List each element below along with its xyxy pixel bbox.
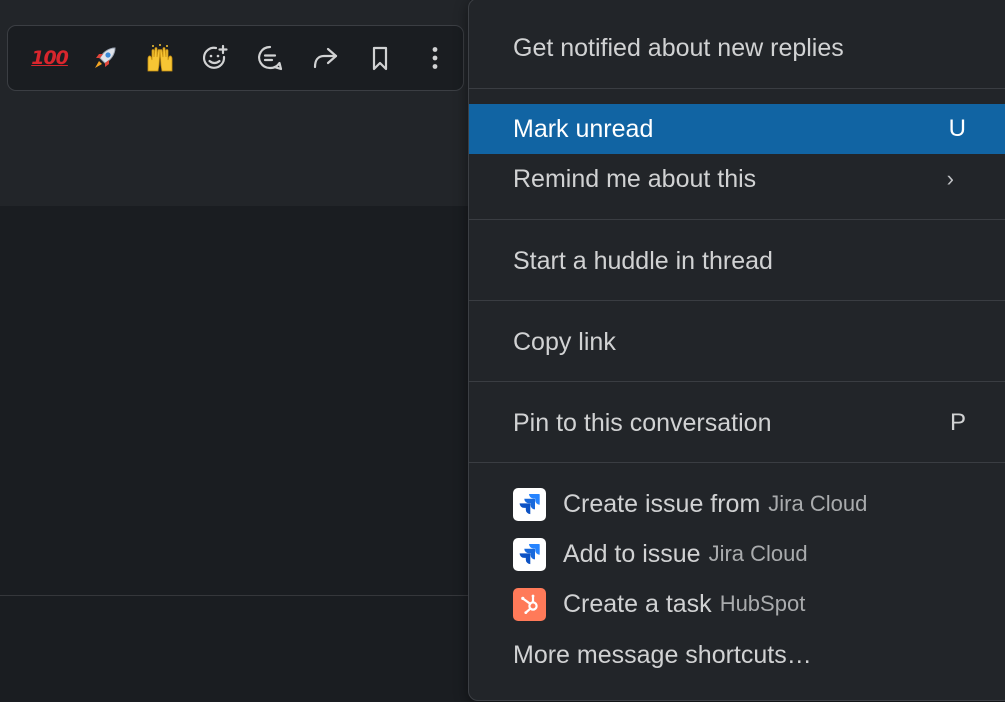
- menu-item-label: Remind me about this: [513, 164, 757, 193]
- hubspot-icon: [513, 587, 546, 621]
- menu-divider: [469, 462, 1005, 463]
- menu-item-label: Copy link: [513, 327, 616, 356]
- menu-item-label: Create issue from: [563, 489, 761, 518]
- menu-item-mark-unread[interactable]: Mark unread U: [469, 104, 1005, 154]
- reply-in-thread-icon: [255, 43, 285, 73]
- hundred-points-emoji: 100: [31, 46, 69, 69]
- app-name: Jira Cloud: [708, 541, 808, 566]
- reaction-raising-hands-button[interactable]: [132, 34, 187, 82]
- save-bookmark-icon: [365, 43, 395, 73]
- share-message-button[interactable]: [298, 34, 353, 82]
- shortcut-hint: U: [948, 115, 966, 142]
- menu-item-jira-create-issue[interactable]: Create issue from Jira Cloud: [469, 479, 1005, 529]
- reply-in-thread-button[interactable]: [243, 34, 298, 82]
- jira-icon: [513, 537, 546, 571]
- menu-item-remind-me[interactable]: Remind me about this ›: [469, 154, 1005, 204]
- menu-item-more-shortcuts[interactable]: More message shortcuts…: [469, 630, 1005, 680]
- menu-item-copy-link[interactable]: Copy link: [469, 317, 1005, 367]
- menu-divider: [469, 219, 1005, 220]
- reaction-rocket-button[interactable]: [77, 34, 132, 82]
- menu-item-pin-conversation[interactable]: Pin to this conversation P: [469, 398, 1005, 448]
- message-actions-toolbar: 100: [7, 25, 464, 91]
- chevron-right-icon: ›: [946, 166, 954, 191]
- app-name: Jira Cloud: [768, 491, 868, 516]
- menu-divider: [469, 381, 1005, 382]
- menu-divider: [469, 88, 1005, 89]
- menu-item-label: Start a huddle in thread: [513, 246, 773, 275]
- share-icon: [310, 43, 340, 73]
- reaction-100-button[interactable]: 100: [22, 34, 77, 82]
- message-context-menu: Get notified about new replies Mark unre…: [468, 0, 1005, 701]
- more-actions-button[interactable]: [408, 34, 463, 82]
- menu-divider: [469, 300, 1005, 301]
- menu-item-label: Mark unread: [513, 114, 654, 143]
- menu-item-label: Create a task: [563, 589, 712, 618]
- menu-item-label: More message shortcuts…: [513, 640, 812, 669]
- menu-item-label: Get notified about new replies: [513, 33, 844, 62]
- menu-item-get-notified[interactable]: Get notified about new replies: [469, 23, 1005, 73]
- menu-item-jira-add-to-issue[interactable]: Add to issue Jira Cloud: [469, 529, 1005, 579]
- add-reaction-button[interactable]: [187, 34, 242, 82]
- menu-item-hubspot-create-task[interactable]: Create a task HubSpot: [469, 579, 1005, 629]
- app-name: HubSpot: [719, 591, 806, 616]
- message-divider: [0, 595, 470, 596]
- raising-hands-emoji: [144, 43, 176, 73]
- menu-item-label: Pin to this conversation: [513, 408, 772, 437]
- menu-item-start-huddle[interactable]: Start a huddle in thread: [469, 236, 1005, 286]
- shortcut-hint: P: [949, 409, 966, 436]
- rocket-emoji: [90, 43, 120, 73]
- jira-icon: [513, 487, 546, 521]
- menu-item-label: Add to issue: [563, 539, 701, 568]
- add-reaction-icon: [200, 43, 230, 73]
- more-actions-icon: [420, 43, 450, 73]
- save-for-later-button[interactable]: [353, 34, 408, 82]
